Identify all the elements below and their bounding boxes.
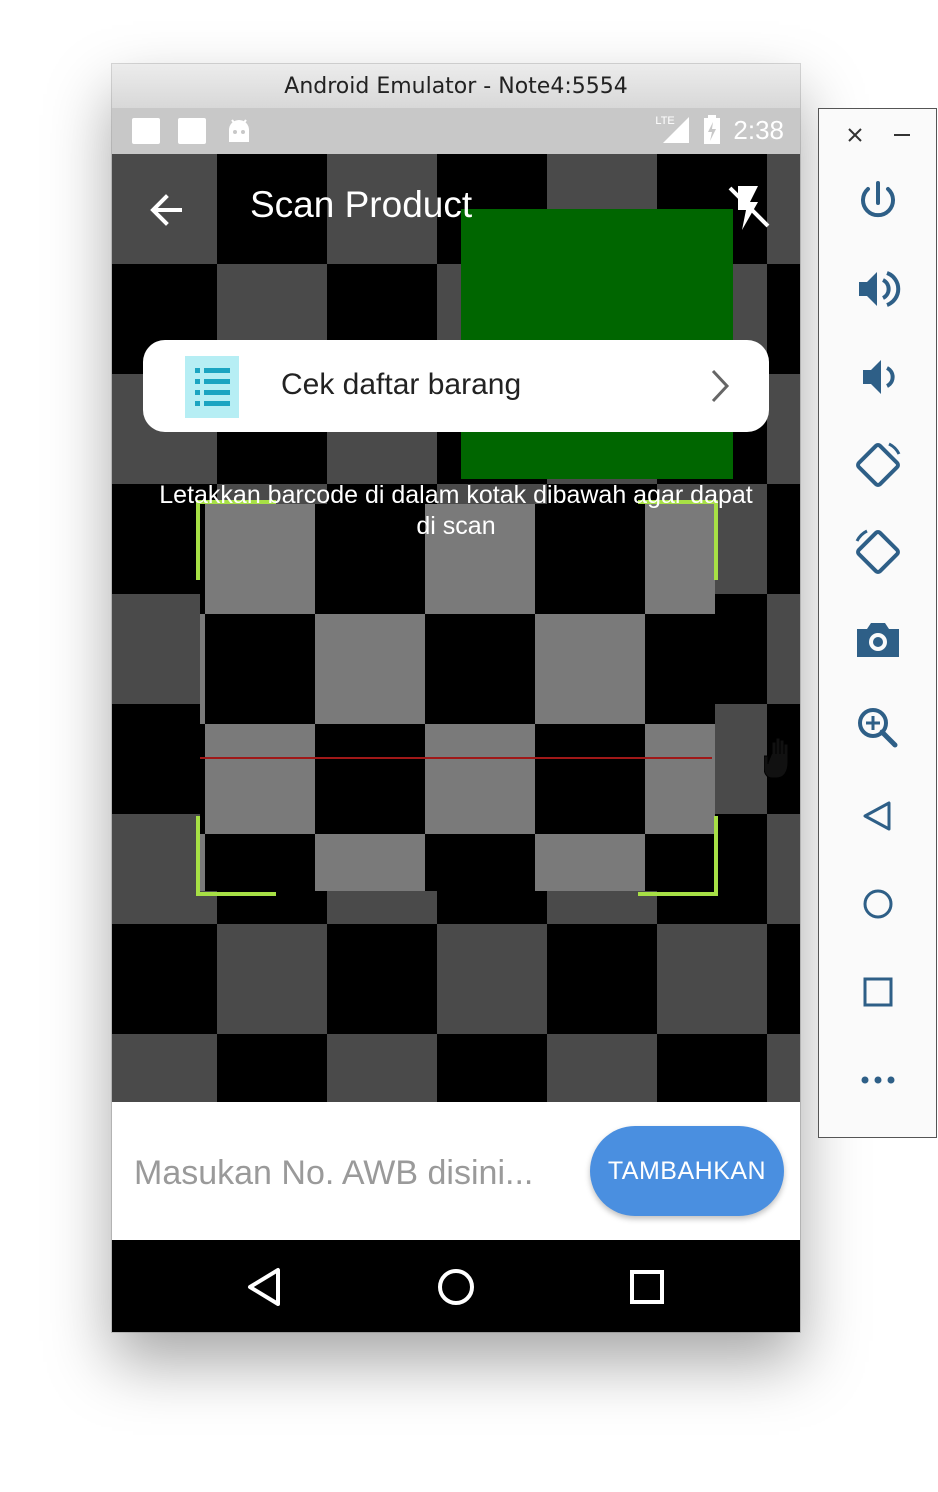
- rotate-right-icon[interactable]: [849, 523, 907, 581]
- emulator-side-panel: [818, 108, 937, 1138]
- status-icons: LTE 2:38: [655, 114, 784, 146]
- nav-home-icon[interactable]: [431, 1262, 481, 1312]
- scan-laser-line: [200, 757, 712, 759]
- power-icon[interactable]: [849, 173, 907, 231]
- add-button[interactable]: TAMBAHKAN: [590, 1126, 784, 1216]
- android-debug-icon: [229, 119, 249, 142]
- scan-corner-bottom-right: [638, 816, 718, 896]
- notification-icon: [132, 118, 160, 144]
- volume-down-icon[interactable]: [849, 348, 907, 406]
- home-icon[interactable]: [849, 875, 907, 933]
- rotate-left-icon[interactable]: [849, 436, 907, 494]
- window-title: Android Emulator - Note4:5554: [284, 73, 628, 99]
- emulator-window: Android Emulator - Note4:5554 LTE 2:38 S…: [112, 64, 800, 1332]
- flash-off-icon[interactable]: [720, 180, 776, 236]
- window-title-bar: Android Emulator - Note4:5554: [112, 64, 800, 109]
- item-list-card[interactable]: Cek daftar barang: [143, 340, 769, 432]
- item-list-label: Cek daftar barang: [281, 368, 522, 401]
- page-title: Scan Product: [250, 184, 473, 225]
- signal-icon: LTE: [655, 115, 691, 145]
- nav-overview-icon[interactable]: [622, 1262, 672, 1312]
- camera-preview: Scan Product Cek daftar barang Letakkan …: [112, 154, 800, 1102]
- more-icon[interactable]: [849, 1051, 907, 1109]
- app-bar: Scan Product: [112, 154, 800, 264]
- chevron-right-icon: [711, 369, 730, 403]
- status-time: 2:38: [733, 114, 784, 145]
- notification-icon: [178, 118, 206, 144]
- awb-input[interactable]: [132, 1144, 576, 1202]
- android-nav-bar: [112, 1240, 800, 1332]
- scan-instructions: Letakkan barcode di dalam kotak dibawah …: [159, 481, 753, 540]
- overview-icon[interactable]: [849, 963, 907, 1021]
- close-icon[interactable]: [847, 127, 863, 143]
- list-icon: [185, 356, 239, 418]
- back-icon[interactable]: [849, 787, 907, 845]
- awb-entry-bar: TAMBAHKAN: [112, 1102, 800, 1240]
- scan-corner-bottom-left: [196, 816, 276, 896]
- camera-icon[interactable]: [849, 611, 907, 669]
- status-bar: LTE 2:38: [112, 108, 800, 154]
- nav-back-icon[interactable]: [240, 1262, 290, 1312]
- zoom-icon[interactable]: [849, 699, 907, 757]
- volume-up-icon[interactable]: [849, 260, 907, 318]
- hand-cursor-icon: [764, 737, 789, 779]
- battery-charging-icon: [704, 115, 721, 144]
- minimize-icon[interactable]: [893, 127, 911, 143]
- back-arrow-icon[interactable]: [140, 184, 192, 236]
